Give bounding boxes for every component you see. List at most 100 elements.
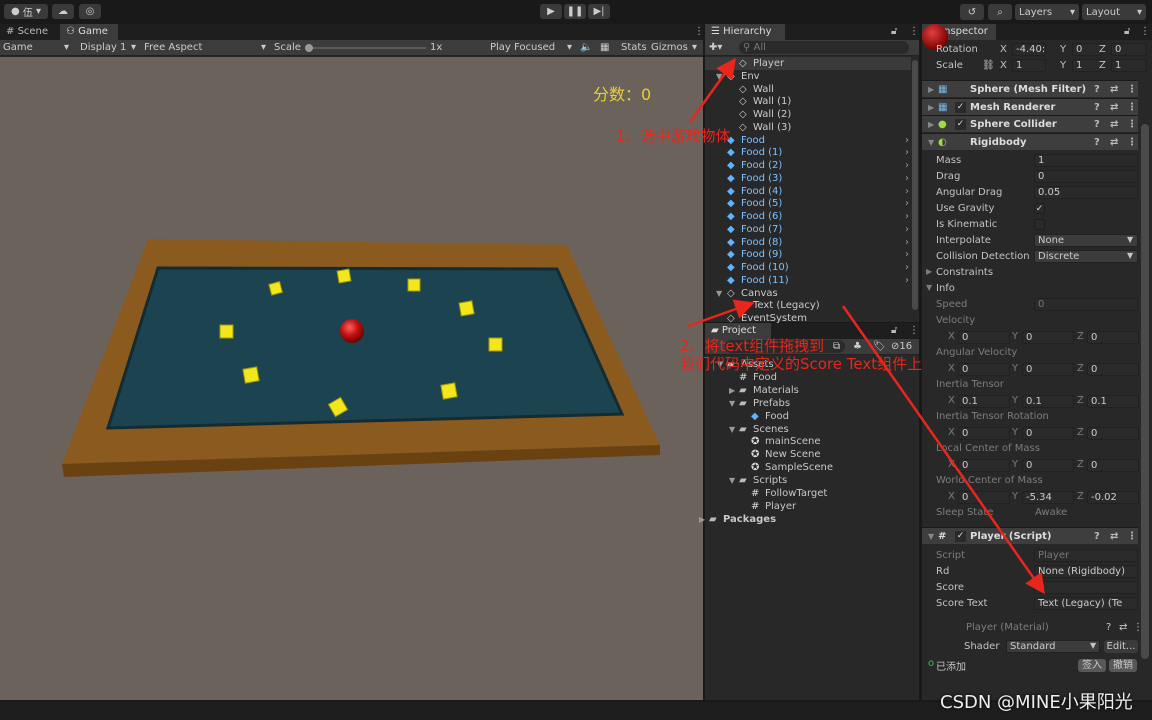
vector-field-x[interactable]: 0.1 xyxy=(958,395,1010,408)
hierarchy-item[interactable]: ◆ Food (11) › xyxy=(705,274,911,287)
component-menu-icon[interactable]: ⋮ xyxy=(1127,134,1137,151)
hierarchy-item[interactable]: ◇ Wall (2) xyxy=(705,108,911,121)
help-icon[interactable]: ? xyxy=(1094,99,1100,116)
aspect-select[interactable]: Free Aspect ▾ xyxy=(144,40,268,56)
chevron-right-icon[interactable]: › xyxy=(905,172,909,185)
vector-field-z[interactable]: 0 xyxy=(1087,331,1139,344)
foldout-arrow-icon[interactable]: ▼ xyxy=(928,134,934,151)
chevron-right-icon[interactable]: › xyxy=(905,248,909,261)
use-gravity-checkbox[interactable]: ✓ xyxy=(1034,203,1045,214)
expand-arrow-icon[interactable]: ▼ xyxy=(716,70,722,83)
tab-game[interactable]: ⚇ Game xyxy=(60,24,118,40)
add-button[interactable]: ✚▾ xyxy=(709,40,722,56)
vector-field-z[interactable]: 0 xyxy=(1087,363,1139,376)
hierarchy-item[interactable]: ◆ Food (1) › xyxy=(705,146,911,159)
scale-x[interactable]: 1 xyxy=(1012,59,1046,72)
component-menu-icon[interactable]: ⋮ xyxy=(1127,99,1137,116)
vector-field-z[interactable]: -0.02 xyxy=(1087,491,1139,504)
project-item[interactable]: ✪ mainScene xyxy=(705,435,919,448)
hierarchy-item[interactable]: ◆ Food (2) › xyxy=(705,159,911,172)
gizmos-dropdown-icon[interactable]: ▾ xyxy=(692,40,697,56)
cloud-icon[interactable]: ☁ xyxy=(52,4,74,19)
project-item[interactable]: ▼ ▰ Scenes xyxy=(705,423,919,436)
rotation-y[interactable]: 0 xyxy=(1072,43,1102,56)
angular-drag-field[interactable]: 0.05 xyxy=(1034,186,1138,199)
vector-field-x[interactable]: 0 xyxy=(958,459,1010,472)
shader-dropdown[interactable]: Standard xyxy=(1006,640,1100,653)
chevron-right-icon[interactable]: › xyxy=(905,185,909,198)
project-item[interactable]: # FollowTarget xyxy=(705,487,919,500)
hierarchy-item[interactable]: ◆ Food (5) › xyxy=(705,197,911,210)
collapse-arrow-icon[interactable]: ▶ xyxy=(729,384,735,397)
expand-arrow-icon[interactable]: ▼ xyxy=(729,397,735,410)
view-select[interactable]: Game ▾ xyxy=(3,40,71,56)
vector-field-z[interactable]: 0 xyxy=(1087,427,1139,440)
chevron-down-icon[interactable]: ▼ xyxy=(1127,235,1133,244)
help-icon[interactable]: ? xyxy=(1106,622,1111,633)
score-field[interactable]: 0 xyxy=(1034,581,1138,594)
presets-icon[interactable]: ⇄ xyxy=(1110,528,1118,545)
hierarchy-item[interactable]: ◆ Food (10) › xyxy=(705,261,911,274)
presets-icon[interactable]: ⇄ xyxy=(1110,134,1118,151)
display-select[interactable]: Display 1 ▾ xyxy=(80,40,138,56)
component-header-mesh-filter[interactable]: ▶ ▦ Sphere (Mesh Filter)? ⇄ ⋮ xyxy=(922,80,1138,97)
project-item[interactable]: # Player xyxy=(705,500,919,513)
hierarchy-item[interactable]: ▼ ◇ Env xyxy=(705,70,911,83)
tab-hierarchy[interactable]: ☰ Hierarchy xyxy=(705,24,785,40)
gizmos-button[interactable]: Gizmos xyxy=(651,40,688,56)
presets-icon[interactable]: ⇄ xyxy=(1110,116,1118,133)
foldout-arrow-icon[interactable]: ▼ xyxy=(928,528,934,545)
component-header-sphere-collider[interactable]: ▶ ● ✓ Sphere Collider? ⇄ ⋮ xyxy=(922,115,1138,132)
project-item[interactable]: ✪ New Scene xyxy=(705,448,919,461)
chevron-down-icon[interactable]: ▼ xyxy=(1090,641,1096,650)
rd-field[interactable]: None (Rigidbody) xyxy=(1034,565,1138,578)
pause-button[interactable]: ❚❚ xyxy=(564,4,586,19)
chevron-right-icon[interactable]: › xyxy=(905,274,909,287)
vector-field-x[interactable]: 0 xyxy=(958,363,1010,376)
foldout-arrow-icon[interactable]: ▶ xyxy=(928,99,934,116)
chevron-right-icon[interactable]: › xyxy=(905,134,909,147)
chevron-right-icon[interactable]: › xyxy=(905,210,909,223)
hierarchy-item[interactable]: ◆ Food (3) › xyxy=(705,172,911,185)
hierarchy-item[interactable]: ◇ Wall (1) xyxy=(705,95,911,108)
vector-field-y[interactable]: 0 xyxy=(1022,459,1074,472)
hierarchy-item[interactable]: ◆ Food › xyxy=(705,134,911,147)
component-menu-icon[interactable]: ⋮ xyxy=(1133,622,1143,633)
collision-detection-dropdown[interactable]: Discrete xyxy=(1034,250,1138,263)
project-item[interactable]: ◆ Food xyxy=(705,410,919,423)
history-icon[interactable]: ↺ xyxy=(960,4,984,20)
vector-field-x[interactable]: 0 xyxy=(958,491,1010,504)
project-item[interactable]: ▼ ▰ Prefabs xyxy=(705,397,919,410)
search-icon[interactable]: ⌕ xyxy=(988,4,1012,20)
step-button[interactable]: ▶| xyxy=(588,4,610,19)
foldout-arrow-icon[interactable]: ▶ xyxy=(928,81,934,98)
enabled-checkbox[interactable]: ✓ xyxy=(955,102,966,113)
help-icon[interactable]: ? xyxy=(1094,134,1100,151)
hierarchy-scrollbar[interactable] xyxy=(912,60,918,310)
stats-button[interactable]: Stats xyxy=(621,40,647,56)
scale-slider[interactable] xyxy=(306,47,426,49)
rotation-x[interactable]: -4.40: xyxy=(1012,43,1046,56)
hierarchy-search-input[interactable]: ⚲ All xyxy=(739,41,909,54)
tab-scene[interactable]: # Scene xyxy=(0,24,54,40)
vector-field-y[interactable]: 0 xyxy=(1022,363,1074,376)
vector-field-z[interactable]: 0 xyxy=(1087,459,1139,472)
vector-field-y[interactable]: -5.34 xyxy=(1022,491,1074,504)
speed-field[interactable]: 0 xyxy=(1034,298,1138,311)
vector-field-y[interactable]: 0 xyxy=(1022,331,1074,344)
component-menu-icon[interactable]: ⋮ xyxy=(1127,116,1137,133)
hierarchy-item[interactable]: ◆ Food (7) › xyxy=(705,223,911,236)
component-menu-icon[interactable]: ⋮ xyxy=(1127,528,1137,545)
is-kinematic-checkbox[interactable] xyxy=(1034,219,1045,230)
hierarchy-item[interactable]: ◇ Wall (3) xyxy=(705,121,911,134)
hierarchy-item[interactable]: ▼ ◇ Canvas xyxy=(705,287,911,300)
score-text-field[interactable]: Text (Legacy) (Te xyxy=(1034,597,1138,610)
help-icon[interactable]: ? xyxy=(1094,81,1100,98)
drag-field[interactable]: 0 xyxy=(1034,170,1138,183)
scale-z[interactable]: 1 xyxy=(1111,59,1147,72)
component-header-rigidbody[interactable]: ▼ ◐ Rigidbody? ⇄ ⋮ xyxy=(922,133,1138,150)
hierarchy-item[interactable]: ◇ Text (Legacy) xyxy=(705,299,911,312)
enabled-checkbox[interactable]: ✓ xyxy=(955,119,966,130)
edit-shader-button[interactable]: Edit... xyxy=(1104,640,1138,653)
collapse-arrow-icon[interactable]: ▶ xyxy=(699,513,705,526)
